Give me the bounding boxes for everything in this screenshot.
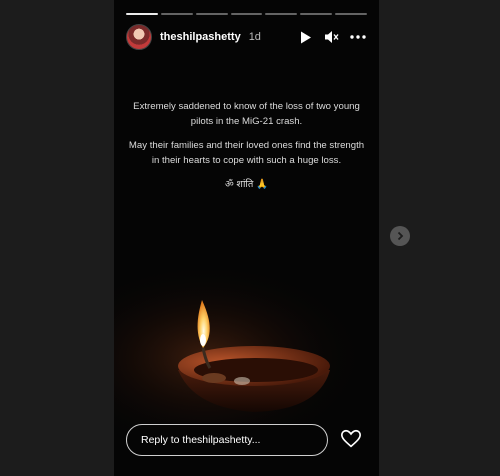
diya-lamp-image — [114, 270, 379, 430]
like-button[interactable] — [340, 428, 362, 450]
progress-segment — [126, 13, 158, 15]
progress-segment — [230, 13, 263, 15]
reply-placeholder: Reply to theshilpashetty... — [141, 434, 261, 446]
caption-line: Extremely saddened to know of the loss o… — [133, 101, 360, 127]
caption-line: ॐ शांति 🙏 — [225, 179, 268, 190]
chevron-right-icon — [397, 231, 404, 241]
mute-button[interactable] — [323, 28, 341, 46]
play-icon — [301, 31, 311, 43]
post-age: 1d — [248, 31, 261, 43]
more-options-button[interactable] — [349, 28, 367, 46]
progress-segment — [160, 13, 193, 15]
avatar[interactable] — [126, 24, 152, 50]
username[interactable]: theshilpashetty — [160, 31, 241, 43]
reply-input[interactable]: Reply to theshilpashetty... — [126, 424, 328, 456]
next-story-button[interactable] — [390, 226, 410, 246]
speaker-muted-icon — [325, 31, 339, 43]
progress-segment — [335, 13, 368, 15]
story-caption: Extremely saddened to know of the loss o… — [124, 100, 369, 203]
progress-segment — [265, 13, 298, 15]
progress-segment — [300, 13, 333, 15]
story-header: theshilpashetty 1d — [126, 24, 367, 50]
progress-segment — [195, 13, 228, 15]
heart-icon — [341, 429, 361, 448]
story-viewer[interactable]: theshilpashetty 1d Extremely saddened to… — [114, 0, 379, 476]
more-dots-icon — [350, 35, 366, 39]
play-button[interactable] — [297, 28, 315, 46]
caption-line: May their families and their loved ones … — [128, 140, 365, 166]
story-progress-bar — [126, 13, 368, 15]
